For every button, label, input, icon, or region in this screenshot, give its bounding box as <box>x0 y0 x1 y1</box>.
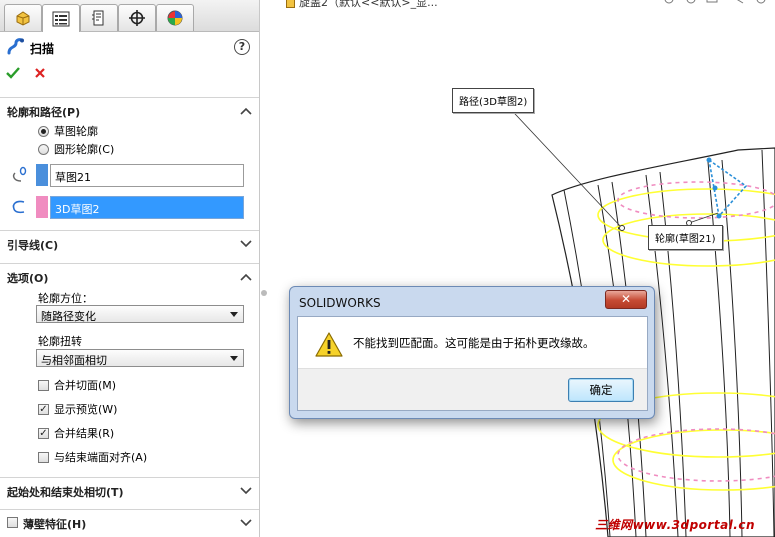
feature-title: 扫描 <box>30 42 55 56</box>
dropdown-value: 与相邻面相切 <box>41 354 107 367</box>
chevron-down-icon[interactable] <box>240 517 252 530</box>
display-manager-tab[interactable] <box>156 4 194 31</box>
property-manager-panel: 扫描 ? 轮廓和路径(P) 草图轮廓 圆形轮廓(C) 草图21 3D草图2 引导… <box>0 0 260 537</box>
orientation-label: 轮廓方位： <box>38 292 93 305</box>
graphics-viewport[interactable]: 旋盖2（默认<<默认>_显... 路径(3D草图2) 轮廓(草图21) <box>268 0 775 537</box>
dropdown-arrow-icon[interactable] <box>230 356 238 361</box>
sweep-icon <box>6 38 26 59</box>
section-label: 引导线(C) <box>7 239 59 252</box>
watermark-text: 三维网www.3dportal.cn <box>595 518 755 532</box>
thin-feature-section-header[interactable]: 薄壁特征(H) <box>0 509 259 535</box>
radio-button[interactable] <box>38 143 49 155</box>
checkbox-label: 合并切面(M) <box>54 379 117 392</box>
feature-tree-icon <box>16 11 30 26</box>
chevron-down-icon[interactable] <box>240 485 252 498</box>
model-preview <box>499 97 775 537</box>
dimxpert-tab[interactable] <box>118 4 156 31</box>
checkbox[interactable] <box>38 379 49 391</box>
radio-label: 草图轮廓 <box>54 125 98 138</box>
show-preview-checkbox[interactable]: ✓ 显示预览(W) <box>38 401 117 417</box>
twist-dropdown[interactable]: 与相邻面相切 <box>36 349 244 367</box>
guide-curves-section-header[interactable]: 引导线(C) <box>0 230 259 256</box>
path-selection-box[interactable]: 3D草图2 <box>50 196 244 219</box>
merge-tangent-checkbox[interactable]: 合并切面(M) <box>38 377 116 393</box>
property-list-icon <box>52 11 70 26</box>
checkbox-label: 合并结果(R) <box>54 427 115 440</box>
profile-path-section-header[interactable]: 轮廓和路径(P) <box>0 97 259 123</box>
checkbox[interactable]: ✓ <box>38 403 49 415</box>
ok-check-icon[interactable] <box>6 66 20 83</box>
panel-splitter-handle[interactable] <box>261 290 267 296</box>
feature-title-row: 扫描 ? <box>0 34 259 60</box>
solidworks-error-dialog: SOLIDWORKS ✕ 不能找到匹配面。这可能是由于拓朴更改缘故。 确定 <box>289 286 655 419</box>
section-label: 起始处和结束处相切(T) <box>7 486 124 499</box>
path-color-swatch <box>36 196 48 218</box>
section-label: 轮廓和路径(P) <box>7 106 81 119</box>
dialog-footer: 确定 <box>298 368 647 410</box>
checkbox-label: 显示预览(W) <box>54 403 118 416</box>
configuration-icon <box>92 10 104 26</box>
options-section-header[interactable]: 选项(O) <box>0 263 259 289</box>
profile-callout-label[interactable]: 轮廓(草图21) <box>648 225 723 250</box>
orientation-dropdown[interactable]: 随路径变化 <box>36 305 244 323</box>
sketch-profile-radio[interactable]: 草图轮廓 <box>38 123 98 139</box>
cancel-x-icon[interactable] <box>34 67 46 82</box>
circular-profile-radio[interactable]: 圆形轮廓(C) <box>38 141 114 157</box>
align-end-faces-checkbox[interactable]: 与结束端面对齐(A) <box>38 449 147 465</box>
profile-selection-icon <box>10 166 28 187</box>
chevron-up-icon[interactable] <box>240 105 252 118</box>
section-label: 薄壁特征(H) <box>23 518 87 531</box>
chevron-down-icon[interactable] <box>240 238 252 251</box>
chevron-up-icon[interactable] <box>240 271 252 284</box>
dialog-message: 不能找到匹配面。这可能是由于拓朴更改缘故。 <box>353 336 595 350</box>
path-callout-label[interactable]: 路径(3D草图2) <box>452 88 535 113</box>
ok-button[interactable]: 确定 <box>568 378 634 402</box>
checkbox-label: 与结束端面对齐(A) <box>54 451 148 464</box>
path-selection-icon <box>10 198 28 219</box>
featuremanager-tab[interactable] <box>4 4 42 31</box>
section-label: 选项(O) <box>7 272 49 285</box>
manager-tab-bar <box>0 0 259 32</box>
merge-result-checkbox[interactable]: ✓ 合并结果(R) <box>38 425 114 441</box>
appearance-ball-icon <box>167 10 183 26</box>
radio-label: 圆形轮廓(C) <box>54 143 115 156</box>
dropdown-arrow-icon[interactable] <box>230 312 238 317</box>
profile-color-swatch <box>36 164 48 186</box>
profile-selection-box[interactable]: 草图21 <box>50 164 244 187</box>
checkbox[interactable]: ✓ <box>38 427 49 439</box>
close-icon[interactable]: ✕ <box>605 290 647 309</box>
dialog-title: SOLIDWORKS <box>299 296 381 310</box>
configurationmanager-tab[interactable] <box>80 4 118 31</box>
propertymanager-tab[interactable] <box>42 4 80 32</box>
tangency-section-header[interactable]: 起始处和结束处相切(T) <box>0 477 259 503</box>
thin-feature-checkbox[interactable] <box>7 517 18 528</box>
help-icon[interactable]: ? <box>234 39 250 55</box>
dialog-body: 不能找到匹配面。这可能是由于拓朴更改缘故。 确定 <box>297 316 648 411</box>
warning-icon <box>314 331 344 361</box>
checkbox[interactable] <box>38 451 49 463</box>
crosshair-icon <box>129 10 145 26</box>
dropdown-value: 随路径变化 <box>41 310 96 323</box>
radio-button[interactable] <box>38 125 49 137</box>
twist-label: 轮廓扭转 <box>38 335 82 348</box>
